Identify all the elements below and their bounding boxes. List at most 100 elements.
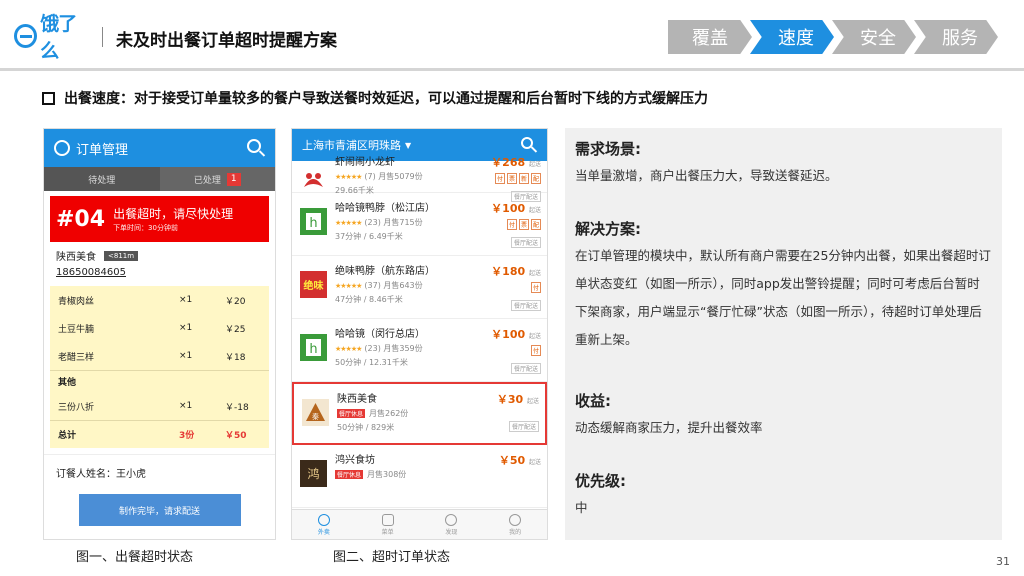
rating-count: (23)	[364, 344, 381, 353]
bottom-nav-takeout[interactable]: 外卖	[292, 510, 356, 539]
bottom-nav-mine[interactable]: 我的	[483, 510, 547, 539]
item-name: 老醋三样	[58, 352, 95, 363]
price-suffix: 起送	[528, 333, 541, 340]
min-price: ￥100	[491, 202, 526, 215]
section-heading: 需求场景:	[575, 140, 641, 158]
busy-badge: 餐厅休息	[335, 470, 364, 479]
search-icon[interactable]	[247, 139, 261, 153]
list-item[interactable]: h 哈哈镜（闵行总店） ★★★★★ (23) 月售359份 50分钟 / 12.3…	[292, 319, 547, 382]
nav-step-safety[interactable]: 安全	[832, 20, 916, 54]
compass-icon	[445, 513, 458, 526]
discount-row: 三份八折 ×1 ￥-18	[50, 392, 269, 420]
svg-text:鸿: 鸿	[307, 467, 319, 481]
bottom-nav: 外卖 菜单 发现 我的	[292, 509, 547, 539]
eleme-logo-icon	[14, 24, 38, 48]
discount-qty: ×1	[179, 401, 193, 411]
section-heading: 优先级:	[575, 472, 626, 490]
customer-phone-link[interactable]: 18650084605	[56, 267, 263, 278]
shaanxi-logo-icon: 秦	[302, 399, 329, 426]
svg-text:秦: 秦	[312, 412, 319, 421]
monthly-sales: 月售5079份	[378, 172, 423, 181]
tag-badge: 票	[518, 219, 529, 230]
customer-info: 陕西美食 <811m 18650084605	[44, 242, 275, 278]
delivery-tag: 餐厅配送	[510, 237, 541, 248]
monthly-sales: 月售308份	[367, 470, 407, 479]
monthly-sales: 月售715份	[383, 218, 423, 227]
alert-message: 出餐超时，请尽快处理	[113, 207, 234, 221]
bottom-nav-label: 菜单	[381, 528, 394, 536]
item-price: ￥25	[225, 324, 246, 335]
delivery-tag: 餐厅配送	[508, 421, 539, 432]
nav-step-coverage[interactable]: 覆盖	[668, 20, 752, 54]
rating-stars-icon: ★★★★★	[335, 281, 362, 290]
rating-stars-icon: ★★★★★	[335, 344, 362, 353]
item-name: 土豆牛腩	[58, 324, 95, 335]
eleme-logo: 饿了么	[14, 13, 92, 62]
tab-processed[interactable]: 已处理 1	[159, 167, 275, 191]
list-item[interactable]: h 哈哈镜鸭脖（松江店） ★★★★★ (23) 月售715份 37分钟 / 6.4…	[292, 193, 547, 256]
total-row: 总计 3份 ￥50	[50, 420, 269, 448]
section-heading: 收益:	[575, 392, 611, 410]
haha-logo-icon: h	[300, 334, 327, 361]
lobster-logo-icon	[304, 173, 323, 187]
info-panel: 需求场景: 当单量激增，商户出餐压力大，导致送餐延迟。 解决方案: 在订单管理的…	[565, 128, 1002, 540]
nav-step-service[interactable]: 服务	[914, 20, 998, 54]
list-item[interactable]: 绝味 绝味鸭脖（航东路店） ★★★★★ (37) 月售643份 47分钟 / 8.…	[292, 256, 547, 319]
orderer-name: 订餐人姓名：王小虎	[44, 454, 275, 490]
phone-shop-list: 上海市青浦区明珠路 ▼ 虾闹闹小龙虾 ★★★★★ (7) 月售5079份 29.6…	[291, 128, 548, 540]
order-items: 青椒肉丝 ×1 ￥20 土豆牛腩 ×1 ￥25 老醋三样 ×1 ￥18 其他 三…	[50, 286, 269, 448]
list-item: 土豆牛腩 ×1 ￥25	[50, 314, 269, 342]
rating-count: (7)	[364, 172, 376, 181]
item-name: 青椒肉丝	[58, 296, 95, 307]
eleme-app-icon	[54, 140, 70, 156]
nav-step-speed[interactable]: 速度	[750, 20, 834, 54]
order-top-bar: 订单管理	[44, 129, 275, 167]
timeout-alert: #04 出餐超时，请尽快处理 下单时间：30分钟前	[50, 196, 269, 242]
list-item: 青椒肉丝 ×1 ￥20	[50, 286, 269, 314]
tag-badge: 付	[506, 219, 517, 230]
subtitle-text: 出餐速度：对于接受订单量较多的餐户导致送餐时效延迟，可以通过提醒和后台暂时下线的…	[64, 91, 708, 107]
rating-stars-icon: ★★★★★	[335, 172, 362, 181]
header-separator	[102, 27, 103, 47]
section-text: 中	[575, 500, 588, 515]
min-price: ￥50	[498, 454, 526, 467]
price-suffix: 起送	[526, 398, 539, 405]
list-item[interactable]: 虾闹闹小龙虾 ★★★★★ (7) 月售5079份 29.66千米 ￥268 起送 …	[292, 147, 547, 202]
min-price: ￥180	[491, 265, 526, 278]
total-qty: 3份	[179, 431, 195, 441]
header: 饿了么 未及时出餐订单超时提醒方案 覆盖 速度 安全 服务	[0, 0, 1024, 70]
busy-shop-item[interactable]: 秦 陕西美食 餐厅休息 月售262份 50分钟 / 829米 ￥30 起送 餐厅配…	[292, 382, 547, 445]
svg-text:h: h	[309, 216, 317, 231]
price-suffix: 起送	[528, 270, 541, 277]
tab-pending[interactable]: 待处理	[44, 167, 160, 191]
item-qty: ×1	[179, 295, 193, 305]
bottom-nav-menu[interactable]: 菜单	[356, 510, 420, 539]
min-price: ￥268	[491, 156, 526, 169]
tab-pending-label: 待处理	[88, 175, 116, 186]
monthly-sales: 月售359份	[383, 344, 423, 353]
request-delivery-button[interactable]: 制作完毕，请求配送	[78, 494, 241, 526]
svg-text:绝味: 绝味	[304, 279, 324, 292]
delivery-tag: 餐厅配送	[510, 363, 541, 374]
item-qty: ×1	[179, 351, 193, 361]
list-icon	[381, 513, 394, 526]
item-qty: ×1	[179, 323, 193, 333]
busy-badge: 餐厅休息	[337, 409, 366, 418]
bottom-nav-discover[interactable]: 发现	[420, 510, 484, 539]
page-number: 31	[996, 555, 1010, 568]
price-suffix: 起送	[528, 459, 541, 466]
user-icon	[509, 513, 522, 526]
tag-badge: 票	[506, 173, 517, 184]
processed-count-badge: 1	[226, 172, 241, 186]
customer-name: 陕西美食	[56, 252, 96, 263]
juewei-logo-icon: 绝味	[300, 271, 327, 298]
figure1-caption: 图一、出餐超时状态	[76, 550, 194, 565]
section-subtitle: 出餐速度：对于接受订单量较多的餐户导致送餐时效延迟，可以通过提醒和后台暂时下线的…	[42, 88, 708, 108]
item-price: ￥18	[225, 352, 246, 363]
list-item[interactable]: 鸿 鸿兴食坊 餐厅休息 月售308份 ￥50 起送	[292, 445, 547, 508]
bottom-nav-label: 外卖	[317, 528, 330, 536]
alert-order-time: 下单时间：30分钟前	[113, 224, 178, 232]
tag-badge: 配	[530, 173, 541, 184]
bottom-nav-label: 我的	[509, 528, 522, 536]
tag-badge: 付	[530, 345, 541, 356]
